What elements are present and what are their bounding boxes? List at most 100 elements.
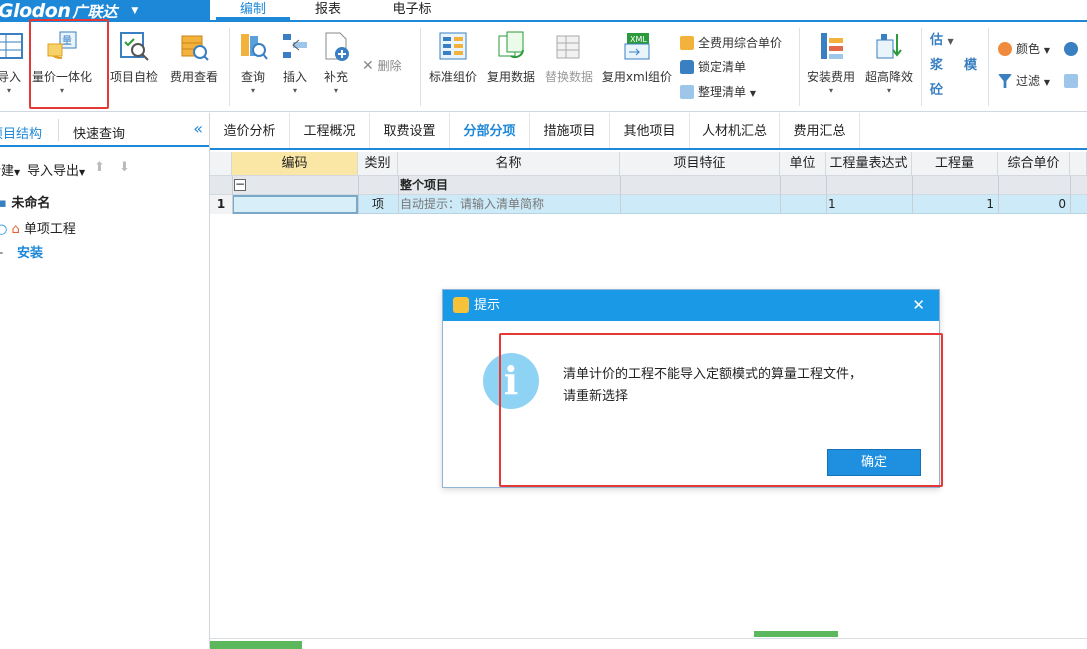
filter-icon <box>998 74 1012 88</box>
delete-button[interactable]: ✕ 删除 <box>362 57 402 75</box>
table-row[interactable]: 1 项 自动提示：请输入清单简称 1 1 0 <box>210 195 1087 214</box>
col-header-price[interactable]: 综合单价 <box>998 152 1070 176</box>
fee-view-button[interactable]: 费用查看 <box>166 30 222 85</box>
list-icon <box>680 85 694 99</box>
home-icon: ⌂ <box>11 222 20 237</box>
add-doc-icon <box>320 30 352 62</box>
summary-name: 整个项目 <box>400 178 449 192</box>
concrete-button[interactable]: 砼 <box>930 82 943 100</box>
code-cell-input[interactable] <box>232 195 358 214</box>
import-export-button[interactable]: 导入导出▼ <box>27 160 85 179</box>
new-button[interactable]: 新建▼ <box>0 160 20 179</box>
col-header-type[interactable]: 类别 <box>358 152 398 176</box>
tab-reports[interactable]: 报表 <box>296 0 360 20</box>
splitter-handle[interactable] <box>754 631 838 637</box>
std-price-icon <box>437 30 469 62</box>
filter-button[interactable]: 过滤 ▼ <box>998 72 1050 90</box>
reuse-icon <box>495 30 527 62</box>
name-cell[interactable]: 自动提示：请输入清单简称 <box>400 195 544 214</box>
high-reduce-button[interactable]: 超高降效 ▾ <box>863 30 915 95</box>
tab-fee-summary[interactable]: 费用汇总 <box>780 113 860 148</box>
bottom-tabs-strip <box>210 631 1087 649</box>
tab-labor-material[interactable]: 人材机汇总 <box>690 113 780 148</box>
price-cell[interactable]: 0 <box>998 195 1066 214</box>
mold-button[interactable]: 模 <box>964 57 977 75</box>
tab-sub-items[interactable]: 分部分项 <box>450 113 530 148</box>
tree-item-single-project[interactable]: ○ ⌂ 单项工程 <box>0 218 76 237</box>
table-icon <box>0 30 26 62</box>
lock-icon <box>680 60 694 74</box>
query-button[interactable]: 查询 ▾ <box>236 30 270 95</box>
tab-fee-settings[interactable]: 取费设置 <box>370 113 450 148</box>
app-icon <box>453 297 469 313</box>
query-icon <box>237 30 269 62</box>
all-fee-unit-button[interactable]: 全费用综合单价 <box>680 34 782 52</box>
node-icon: ○ <box>0 222 8 237</box>
install-fee-button[interactable]: 安装费用 ▾ <box>805 30 857 95</box>
tab-other[interactable]: 其他项目 <box>610 113 690 148</box>
color-button[interactable]: 颜色 ▼ <box>998 40 1050 58</box>
tab-cost-analysis[interactable]: 造价分析 <box>210 113 290 148</box>
supplement-button[interactable]: 补充 ▾ <box>320 30 352 95</box>
chevron-down-icon: ▼ <box>79 168 86 177</box>
tree-root[interactable]: ▪ 未命名 <box>0 192 50 211</box>
node-icon: ▪ <box>0 196 7 211</box>
move-up-icon[interactable]: ⬆ <box>94 160 105 175</box>
replace-icon <box>553 30 585 62</box>
tab-overview[interactable]: 工程概况 <box>290 113 370 148</box>
palette-icon <box>998 42 1012 56</box>
dialog-title: 提示 <box>474 298 501 313</box>
tab-quick-query[interactable]: 快速查询 <box>73 123 125 142</box>
slurry-button[interactable]: 浆 <box>930 57 943 75</box>
layout-icon[interactable] <box>1064 72 1082 90</box>
high-reduce-icon <box>873 30 905 62</box>
tab-measures[interactable]: 措施项目 <box>530 113 610 148</box>
collapse-toggle-icon[interactable]: − <box>234 178 246 191</box>
self-check-button[interactable]: 项目自检 <box>108 30 160 85</box>
collapse-icon[interactable]: « <box>193 119 203 138</box>
lock-list-button[interactable]: 锁定清单 <box>680 58 746 76</box>
replace-data-button[interactable]: 替换数据 <box>543 30 595 85</box>
dialog-titlebar: 提示 ✕ <box>443 290 939 321</box>
qty-cell[interactable]: 1 <box>912 195 994 214</box>
checklist-icon <box>118 30 150 62</box>
tab-project-structure[interactable]: 项目结构 <box>0 123 42 142</box>
chevron-down-icon: ▼ <box>1043 78 1050 87</box>
content-tabs: 造价分析 工程概况 取费设置 分部分项 措施项目 其他项目 人材机汇总 费用汇总 <box>210 113 1087 150</box>
tree-item-install[interactable]: - 安装 <box>0 242 43 261</box>
col-header-qty[interactable]: 工程量 <box>912 152 998 176</box>
chevron-down-icon: ▼ <box>1043 46 1050 55</box>
divider <box>921 28 922 106</box>
tab-edit[interactable]: 编制 <box>216 0 290 20</box>
type-cell[interactable]: 项 <box>358 195 398 214</box>
highlight-box-integrate <box>29 19 109 109</box>
table-row-summary[interactable]: − 整个项目 <box>210 176 1087 195</box>
binoculars-icon[interactable] <box>1064 40 1082 58</box>
divider <box>799 28 800 106</box>
col-header-name[interactable]: 名称 <box>398 152 620 176</box>
close-icon: ✕ <box>362 58 374 74</box>
col-header-code[interactable]: 编码 <box>232 152 358 176</box>
left-tabs: 项目结构 快速查询 « <box>0 113 209 147</box>
chevron-down-icon: ▼ <box>749 89 756 98</box>
reuse-xml-button[interactable]: XML 复用xml组价 <box>601 30 673 85</box>
col-header-feature[interactable]: 项目特征 <box>620 152 780 176</box>
col-header-unit[interactable]: 单位 <box>780 152 826 176</box>
chevron-down-icon: ▼ <box>947 37 954 46</box>
divider <box>229 28 230 106</box>
xml-icon: XML <box>621 30 653 62</box>
std-price-button[interactable]: 标准组价 <box>427 30 479 85</box>
move-down-icon[interactable]: ⬇ <box>119 160 130 175</box>
insert-button[interactable]: 插入 ▾ <box>279 30 311 95</box>
arrange-list-button[interactable]: 整理清单 ▼ <box>680 83 756 101</box>
row-number: 1 <box>210 195 232 214</box>
chevron-down-icon: ▼ <box>14 168 21 177</box>
import-button[interactable]: 导入 ▾ <box>0 30 24 95</box>
col-header-expr[interactable]: 工程量表达式 <box>826 152 912 176</box>
estimate-button[interactable]: 估 ▼ <box>930 32 954 50</box>
reuse-data-button[interactable]: 复用数据 <box>485 30 537 85</box>
tab-ebid[interactable]: 电子标 <box>374 0 450 20</box>
expr-cell[interactable]: 1 <box>828 195 836 214</box>
divider <box>58 119 59 141</box>
close-icon[interactable]: ✕ <box>912 290 925 321</box>
